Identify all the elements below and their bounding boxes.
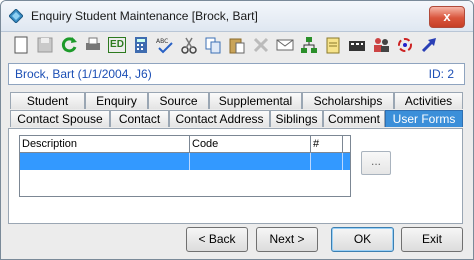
arrow-icon[interactable] [419,35,439,55]
toolbar: ED ABC [7,33,469,59]
tab-user-forms[interactable]: User Forms [385,110,463,127]
cut-icon[interactable] [179,35,199,55]
record-id: ID: 2 [428,67,454,81]
paste-icon[interactable] [227,35,247,55]
new-icon[interactable] [11,35,31,55]
next-button[interactable]: Next > [256,227,318,252]
user-forms-panel: Description Code # ... [8,128,463,224]
svg-text:ABC: ABC [156,38,168,45]
tab-source[interactable]: Source [148,92,209,109]
tab-contact-spouse[interactable]: Contact Spouse [10,110,110,127]
tab-supplemental[interactable]: Supplemental [209,92,302,109]
exit-button[interactable]: Exit [401,227,463,252]
network-icon[interactable] [299,35,319,55]
ok-button[interactable]: OK [331,227,394,252]
title-bar: Enquiry Student Maintenance [Brock, Bart… [1,1,473,32]
film-icon[interactable] [347,35,367,55]
cell-number[interactable] [311,153,343,170]
notes-icon[interactable] [323,35,343,55]
people-icon[interactable] [371,35,391,55]
tab-comment[interactable]: Comment [323,110,385,127]
table-row-selected[interactable] [20,153,350,170]
record-name: Brock, Bart (1/1/2004, J6) [15,67,152,81]
app-diamond-icon [8,8,24,24]
tab-siblings[interactable]: Siblings [270,110,323,127]
save-icon[interactable] [35,35,55,55]
print-icon[interactable] [83,35,103,55]
tab-enquiry[interactable]: Enquiry [85,92,148,109]
record-info-bar: Brock, Bart (1/1/2004, J6) ID: 2 [8,63,465,85]
tab-activities[interactable]: Activities [394,92,463,109]
enquiry-window: Enquiry Student Maintenance [Brock, Bart… [0,0,474,260]
cell-code[interactable] [190,153,311,170]
column-number[interactable]: # [311,136,343,152]
column-description[interactable]: Description [20,136,190,152]
mail-icon[interactable] [275,35,295,55]
tabs-row-1: Student Enquiry Source Supplemental Scho… [8,92,463,110]
back-button[interactable]: < Back [186,227,248,252]
sync-icon[interactable] [395,35,415,55]
tab-student[interactable]: Student [10,92,85,109]
browse-button[interactable]: ... [361,151,391,175]
window-title: Enquiry Student Maintenance [Brock, Bart… [31,9,258,23]
tab-contact[interactable]: Contact [110,110,169,127]
tab-scholarships[interactable]: Scholarships [302,92,394,109]
grid-header: Description Code # [20,136,350,153]
tab-contact-address[interactable]: Contact Address [169,110,270,127]
delete-icon[interactable] [251,35,271,55]
refresh-icon[interactable] [59,35,79,55]
edit-ed-icon[interactable]: ED [108,37,126,53]
cell-description[interactable] [20,153,190,170]
calculator-icon[interactable] [131,35,151,55]
copy-icon[interactable] [203,35,223,55]
spellcheck-icon[interactable]: ABC [155,35,175,55]
column-code[interactable]: Code [190,136,311,152]
close-button[interactable]: x [429,6,465,28]
user-forms-grid[interactable]: Description Code # [19,135,351,197]
tabs-row-2: Contact Spouse Contact Contact Address S… [8,110,463,128]
